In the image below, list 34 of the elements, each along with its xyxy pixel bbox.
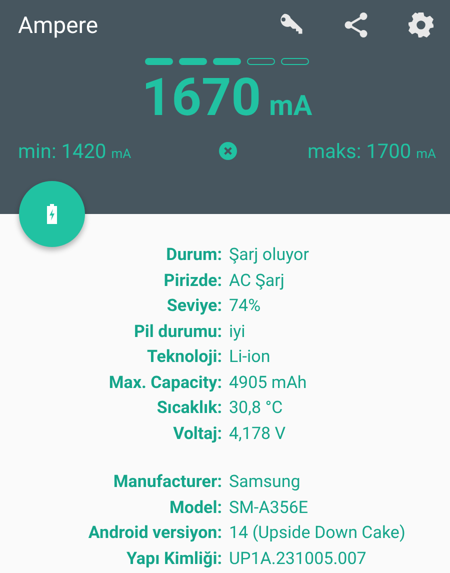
info-label: Voltaj: [172,422,222,446]
current-unit: mA [269,89,312,122]
info-value: Şarj oluyor [229,244,310,267]
info-value: 14 (Upside Down Cake) [229,522,406,545]
info-value: 4905 mAh [229,372,308,394]
info-label: Sıcaklık: [156,397,222,420]
current-reading: 1670 [142,67,262,129]
max-unit: mA [416,147,436,162]
battery-button[interactable] [19,181,85,247]
info-label: Pil durumu: [132,320,222,344]
min-reading: min: 1420 [18,139,106,163]
info-value: SM-A356E [229,496,310,520]
settings-icon[interactable] [406,10,436,40]
info-value: iyi [229,320,246,344]
info-label: Pirizde: [162,270,222,292]
info-label: Android versiyon: [87,522,222,545]
info-value: 4,178 V [229,422,287,446]
info-value: Samsung [229,471,302,494]
info-value: 74% [229,295,262,318]
app-title: Ampere [18,12,98,38]
info-value: AC Şarj [229,270,286,292]
info-label: Durum: [165,244,222,267]
min-unit: mA [111,147,132,162]
info-value: 30,8 °C [229,397,284,420]
info-label: Yapı Kimliği: [125,548,222,570]
info-label: Teknoloji: [146,346,222,369]
clear-icon[interactable] [219,142,238,160]
max-reading: maks: 1700 [307,139,412,163]
info-value: Li-ion [229,346,272,369]
info-label: Max. Capacity: [108,372,222,394]
info-value: UP1A.231005.007 [229,548,368,570]
info-label: Manufacturer: [112,471,222,494]
info-label: Seviye: [166,295,222,318]
info-label: Model: [168,496,222,520]
